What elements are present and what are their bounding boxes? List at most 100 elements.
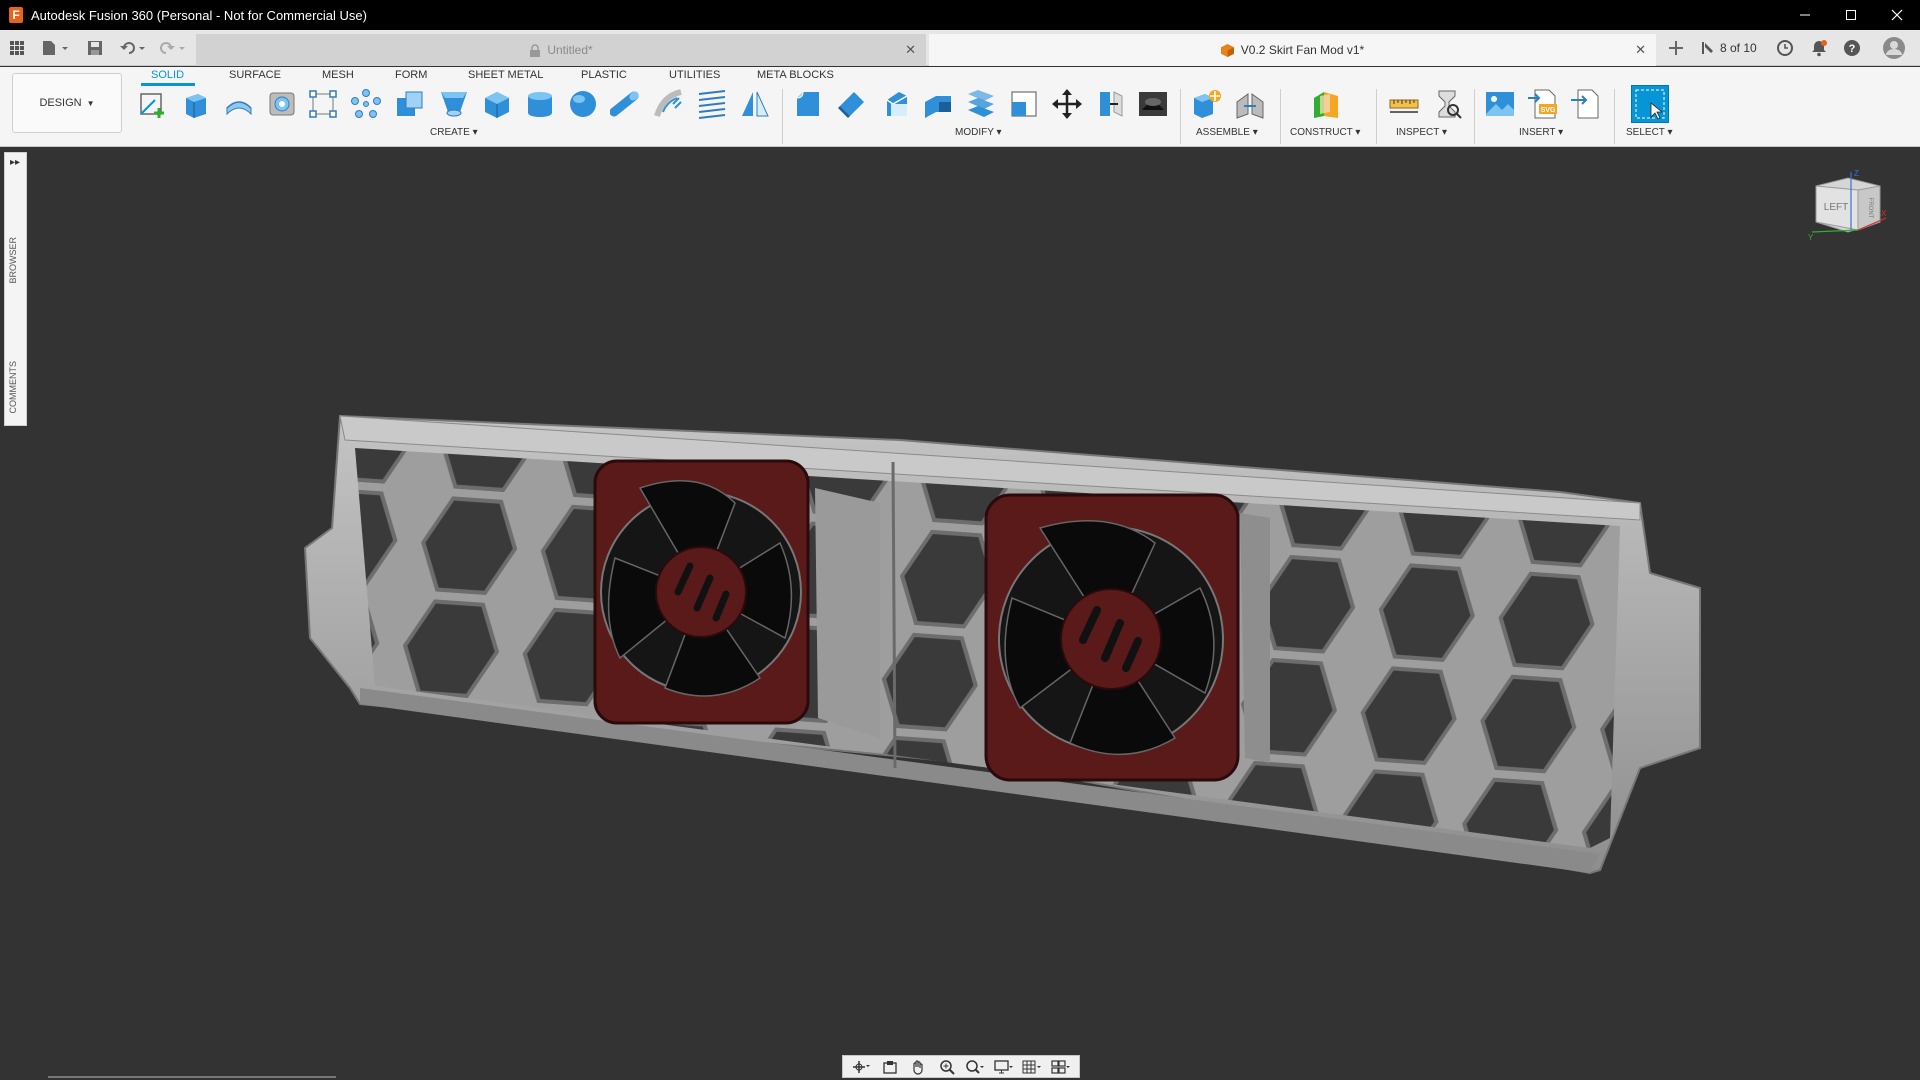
align-button[interactable]	[1093, 87, 1127, 121]
minimize-button[interactable]	[1782, 0, 1828, 30]
close-tab-icon[interactable]: ✕	[1635, 42, 1646, 58]
chamfer-button[interactable]	[878, 87, 912, 121]
assemble-group-label[interactable]: ASSEMBLE ▾	[1196, 127, 1258, 138]
axis-x-label: X	[1881, 209, 1887, 218]
extrude-icon	[226, 101, 252, 116]
emboss-button[interactable]	[652, 87, 686, 121]
modify-group-label[interactable]: MODIFY ▾	[955, 127, 1002, 138]
select-cursor-icon	[1635, 89, 1665, 120]
measure-button[interactable]	[1387, 87, 1421, 121]
browser-panel-tab[interactable]: BROWSER	[8, 237, 18, 284]
coil-button[interactable]	[695, 87, 729, 121]
file-menu-button[interactable]	[38, 36, 72, 60]
box-button[interactable]	[480, 87, 514, 121]
job-status-button[interactable]: 8 of 10	[1700, 36, 1757, 60]
press-pull-button[interactable]	[792, 87, 826, 121]
mirror-button[interactable]	[738, 87, 772, 121]
interference-button[interactable]	[1430, 87, 1464, 121]
fan-right[interactable]	[984, 493, 1270, 782]
grid-settings-icon	[1022, 1060, 1042, 1073]
maximize-button[interactable]	[1828, 0, 1874, 30]
view-cube-face-label: LEFT	[1824, 202, 1848, 213]
tab-surface[interactable]: SURFACE	[229, 69, 281, 81]
tab-utilities[interactable]: UTILITIES	[669, 69, 720, 81]
orbit-button[interactable]	[851, 1058, 871, 1076]
ribbon-separator	[1180, 89, 1181, 144]
shell-button[interactable]	[921, 87, 955, 121]
close-tab-icon[interactable]: ✕	[905, 42, 916, 58]
move-copy-button[interactable]	[1050, 87, 1084, 121]
axis-z-label: Z	[1854, 170, 1859, 178]
create-form-button[interactable]	[179, 87, 213, 121]
inspect-group-label[interactable]: INSPECT ▾	[1396, 127, 1447, 138]
fan-left[interactable]	[593, 459, 880, 738]
workspace-switcher[interactable]: DESIGN ▼	[12, 73, 122, 133]
select-button[interactable]	[1631, 85, 1669, 123]
profile-button[interactable]	[1882, 36, 1906, 60]
insert-svg-button[interactable]: SVG	[1526, 87, 1560, 121]
tab-form[interactable]: FORM	[395, 69, 427, 81]
sphere-button[interactable]	[566, 87, 600, 121]
pipe-button[interactable]	[609, 87, 643, 121]
look-at-button[interactable]	[880, 1058, 900, 1076]
rectangular-pattern-button[interactable]	[306, 87, 340, 121]
undo-button[interactable]	[118, 36, 148, 60]
comments-panel-tab[interactable]: COMMENTS	[8, 361, 18, 414]
fit-button[interactable]	[965, 1058, 985, 1076]
insert-mesh-button[interactable]	[1569, 87, 1603, 121]
notifications-button[interactable]	[1810, 36, 1828, 60]
display-settings-button[interactable]	[994, 1058, 1014, 1076]
select-group-label[interactable]: SELECT ▾	[1626, 127, 1673, 138]
insert-file-icon	[1571, 89, 1599, 119]
draft-button[interactable]	[964, 87, 998, 121]
create-sketch-button[interactable]	[136, 87, 170, 121]
new-component-button[interactable]	[1190, 87, 1224, 121]
apps-button[interactable]	[6, 36, 28, 60]
scale-button[interactable]	[1007, 87, 1041, 121]
combine-button[interactable]	[393, 87, 427, 121]
pan-button[interactable]	[908, 1058, 928, 1076]
tab-meta-blocks[interactable]: META BLOCKS	[757, 69, 834, 81]
viewports-button[interactable]	[1051, 1058, 1071, 1076]
close-icon	[1891, 9, 1903, 21]
circular-pattern-button[interactable]	[349, 87, 383, 121]
navigation-toolbar	[842, 1055, 1080, 1078]
construct-group-label[interactable]: CONSTRUCT ▾	[1290, 127, 1360, 138]
tab-mesh[interactable]: MESH	[322, 69, 354, 81]
tab-solid[interactable]: SOLID	[151, 69, 184, 81]
cylinder-button[interactable]	[523, 87, 557, 121]
measure-icon	[1389, 99, 1419, 113]
fan-mod-model[interactable]	[0, 148, 1920, 1080]
offset-plane-button[interactable]	[1309, 87, 1343, 121]
active-tab-indicator	[141, 83, 195, 86]
view-cube[interactable]: LEFT FRONT Z Y X	[1808, 170, 1888, 250]
history-button[interactable]	[1776, 36, 1794, 60]
tab-sheet-metal[interactable]: SHEET METAL	[468, 69, 543, 81]
revolve-button[interactable]	[265, 87, 299, 121]
redo-button[interactable]	[158, 36, 188, 60]
expand-panel-icon[interactable]: ▸▸	[10, 157, 20, 168]
tab-untitled[interactable]: Untitled* ✕	[196, 34, 926, 66]
joint-button[interactable]	[1233, 87, 1267, 121]
physical-material-button[interactable]	[1136, 87, 1170, 121]
tab-skirt-fan-mod[interactable]: V0.2 Skirt Fan Mod v1* ✕	[929, 34, 1656, 66]
fillet-button[interactable]	[835, 87, 869, 121]
interference-icon	[1438, 90, 1462, 119]
view-cube-side-label: FRONT	[1867, 198, 1873, 219]
tab-plastic[interactable]: PLASTIC	[581, 69, 627, 81]
side-panel: ▸▸ BROWSER COMMENTS	[4, 152, 27, 426]
zoom-button[interactable]	[937, 1058, 957, 1076]
grid-settings-button[interactable]	[1022, 1058, 1042, 1076]
save-button[interactable]	[84, 36, 106, 60]
loft-button[interactable]	[437, 87, 471, 121]
workspace-label: DESIGN	[39, 97, 82, 109]
help-button[interactable]: ?	[1843, 36, 1861, 60]
create-group-label[interactable]: CREATE ▾	[430, 127, 478, 138]
revolve-icon	[269, 92, 295, 116]
close-window-button[interactable]	[1874, 0, 1920, 30]
extrude-button[interactable]	[222, 87, 256, 121]
insert-canvas-button[interactable]	[1483, 87, 1517, 121]
insert-group-label[interactable]: INSERT ▾	[1519, 127, 1563, 138]
new-tab-button[interactable]	[1664, 36, 1688, 60]
3d-viewport[interactable]	[0, 148, 1920, 1080]
